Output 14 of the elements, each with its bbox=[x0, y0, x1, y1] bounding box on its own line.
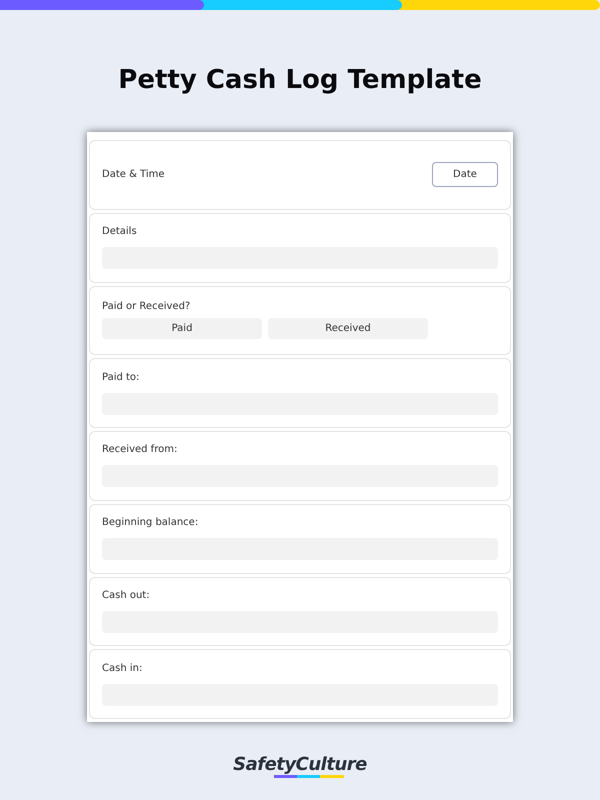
date-button[interactable]: Date bbox=[432, 162, 498, 188]
choice-button[interactable]: Paid bbox=[102, 318, 262, 340]
field-label: Paid or Received? bbox=[102, 301, 192, 312]
page-title: Petty Cash Log Template bbox=[118, 64, 482, 97]
field-label: Paid to: bbox=[102, 372, 140, 383]
field-label: Cash out: bbox=[102, 590, 151, 601]
logo-text: SafetyCulture bbox=[233, 754, 367, 775]
field-label: Date & Time bbox=[102, 169, 165, 180]
choice-button[interactable]: Received bbox=[268, 318, 428, 340]
field-label: Details bbox=[102, 226, 138, 238]
field-label: Received from: bbox=[102, 444, 178, 456]
underline-icon bbox=[274, 775, 344, 778]
field-label: Beginning balance: bbox=[102, 517, 200, 528]
field-label: Cash in: bbox=[102, 662, 144, 674]
